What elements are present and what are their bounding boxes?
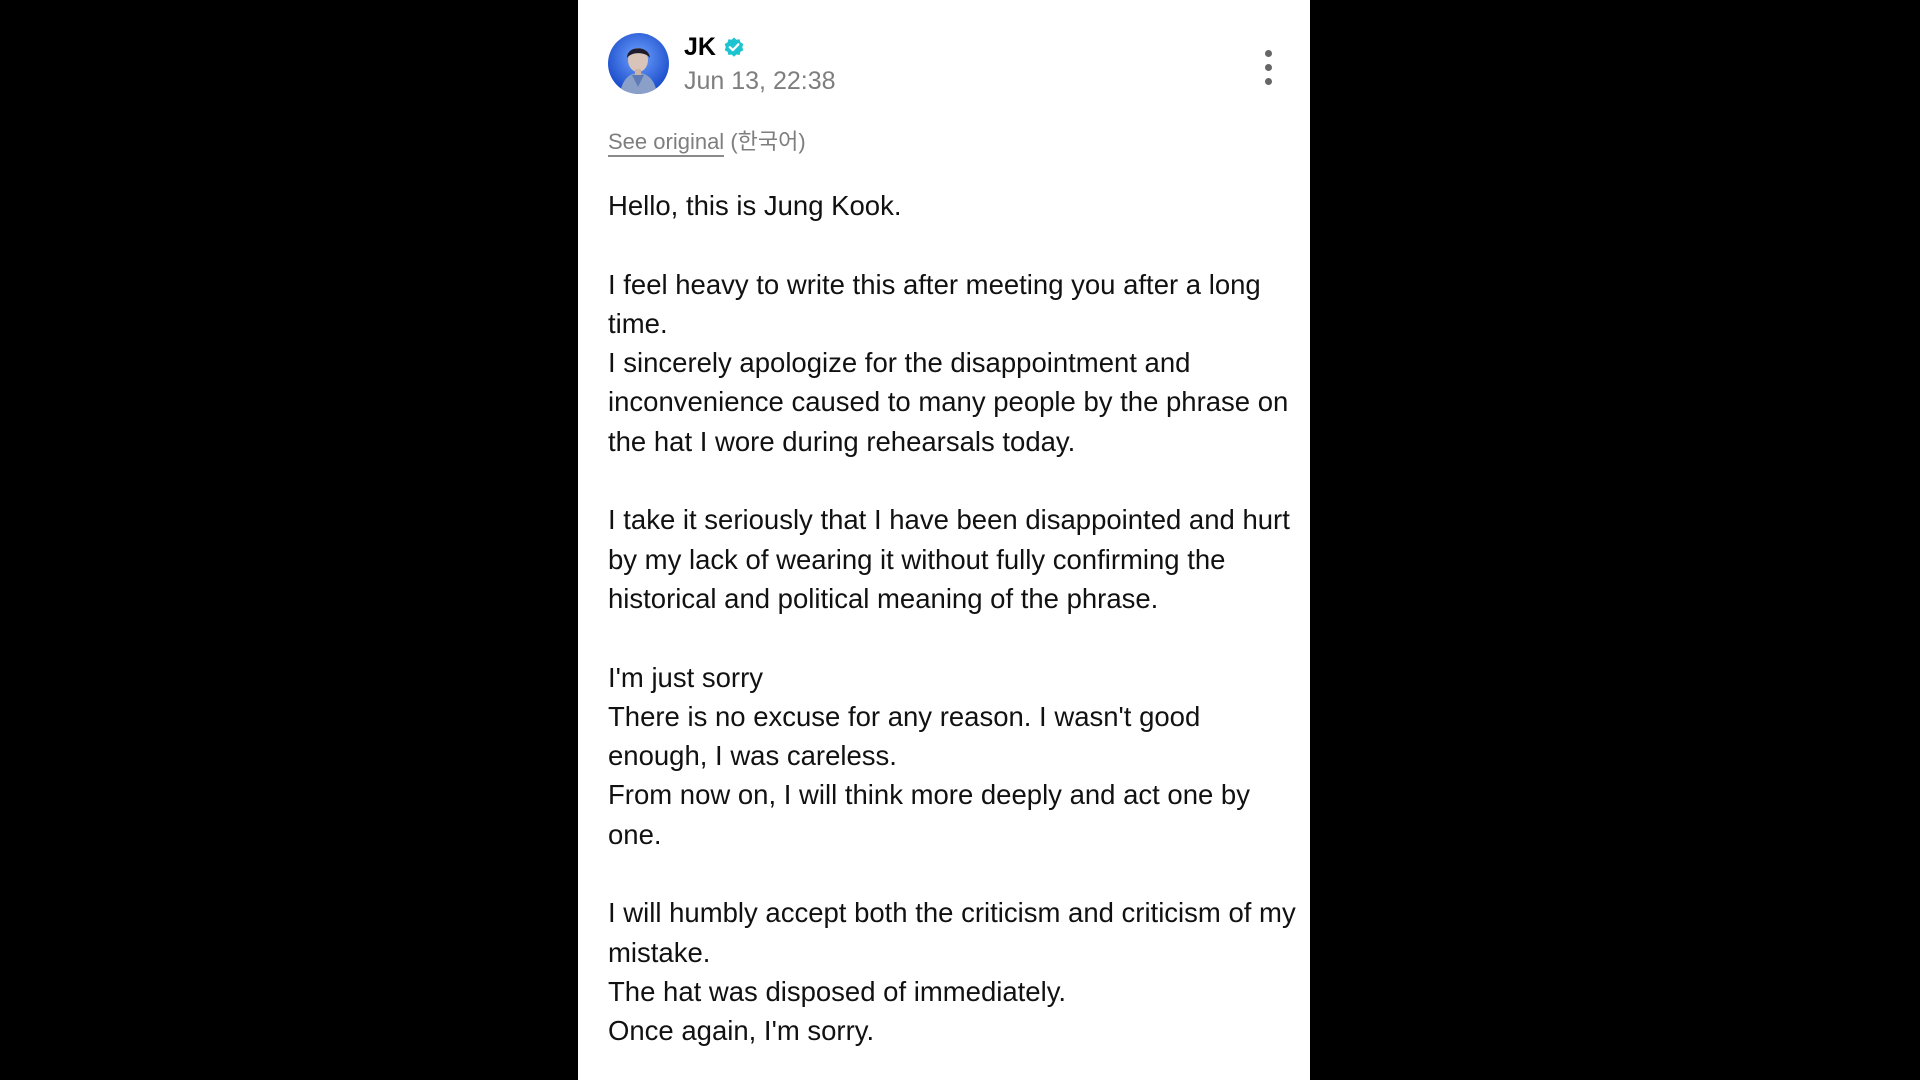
- author-name[interactable]: JK: [684, 33, 716, 61]
- post-paragraph: I feel heavy to write this after meeting…: [608, 268, 1289, 457]
- post-paragraph: I'm just sorry There is no excuse for an…: [608, 661, 1250, 850]
- verified-badge-icon: [724, 37, 744, 57]
- more-options-button[interactable]: [1259, 46, 1279, 90]
- author-avatar[interactable]: [608, 33, 669, 94]
- post-timestamp: Jun 13, 22:38: [684, 67, 836, 95]
- original-language-label: (한국어): [730, 129, 806, 154]
- post-paragraph: I take it seriously that I have been dis…: [608, 504, 1290, 614]
- post-paragraph: I will humbly accept both the criticism …: [608, 897, 1296, 1047]
- more-vertical-icon: [1265, 50, 1272, 57]
- translation-row: See original (한국어): [608, 128, 806, 157]
- post-card: JK Jun 13, 22:38 See original (한국어) Hell…: [578, 0, 1310, 1080]
- post-paragraph: Hello, this is Jung Kook.: [608, 190, 902, 221]
- more-vertical-icon-dot: [1265, 64, 1272, 71]
- more-vertical-icon-dot: [1265, 78, 1272, 85]
- post-body: Hello, this is Jung Kook. I feel heavy t…: [608, 186, 1298, 1080]
- see-original-link[interactable]: See original: [608, 129, 725, 157]
